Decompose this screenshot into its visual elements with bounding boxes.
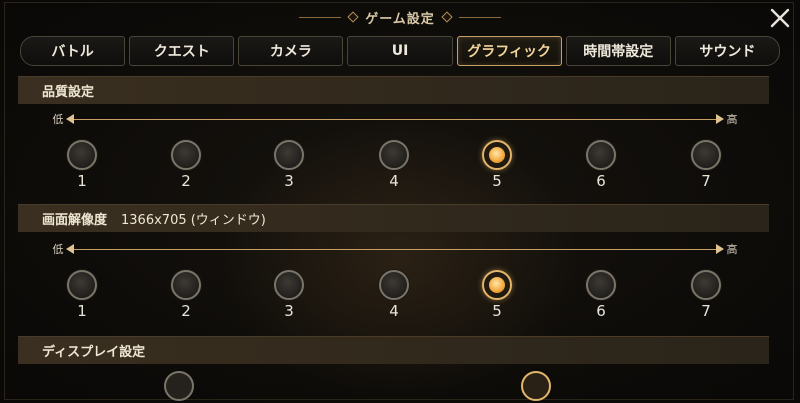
resolution-level-4[interactable]: 4 [372,270,416,320]
title-diamond-icon [441,11,453,23]
resolution-value: 1366x705 (ウィンドウ) [121,213,266,228]
resolution-high-label: 高 [726,243,738,256]
tab-camera[interactable]: カメラ [238,36,344,66]
tab-graphics[interactable]: グラフィック [456,36,562,66]
arrow-left-icon [66,243,74,254]
radio-icon [171,140,201,170]
resolution-level-number: 5 [492,302,502,320]
display-section-header: ディスプレイ設定 [18,336,769,364]
quality-level-number: 5 [492,172,502,190]
dialog-title: ゲーム設定 [365,11,435,27]
quality-low-label: 低 [52,113,64,126]
tab-battle[interactable]: バトル [20,36,126,66]
title-diamond-icon [347,11,359,23]
title-ornament-line-left [299,16,342,18]
resolution-section-title: 画面解像度 [42,213,108,228]
quality-section-header: 品質設定 [18,76,769,104]
resolution-range-line [66,243,724,254]
quality-level-number: 3 [284,172,294,190]
resolution-level-6[interactable]: 6 [579,270,623,320]
radio-icon [586,140,616,170]
resolution-level-selector: 1 2 3 4 5 6 7 [60,270,730,326]
quality-level-3[interactable]: 3 [267,140,311,190]
dialog-title-bar: ゲーム設定 [0,6,800,28]
close-button[interactable] [768,6,792,30]
resolution-level-number: 3 [284,302,294,320]
arrow-right-icon [716,243,724,254]
tab-quest[interactable]: クエスト [129,36,235,66]
display-option-2[interactable] [521,371,551,401]
radio-icon [482,270,512,300]
settings-tabs: バトル クエスト カメラ UI グラフィック 時間帯設定 サウンド [20,36,780,66]
close-icon [770,8,790,28]
display-option-1[interactable] [164,371,194,401]
tab-sound[interactable]: サウンド [674,36,780,66]
arrow-left-icon [66,113,74,124]
quality-range-indicator: 低 高 [50,111,740,127]
resolution-level-number: 4 [389,302,399,320]
tab-time-settings[interactable]: 時間帯設定 [565,36,671,66]
quality-level-2[interactable]: 2 [164,140,208,190]
radio-icon [691,270,721,300]
quality-section-title: 品質設定 [42,85,95,100]
resolution-level-number: 7 [701,302,711,320]
radio-icon [482,140,512,170]
quality-level-6[interactable]: 6 [579,140,623,190]
radio-icon [379,270,409,300]
resolution-level-number: 2 [181,302,191,320]
resolution-level-number: 1 [77,302,87,320]
radio-icon [586,270,616,300]
radio-icon [274,140,304,170]
resolution-level-7[interactable]: 7 [684,270,728,320]
quality-level-number: 2 [181,172,191,190]
resolution-level-3[interactable]: 3 [267,270,311,320]
quality-level-number: 7 [701,172,711,190]
resolution-level-number: 6 [596,302,606,320]
resolution-low-label: 低 [52,243,64,256]
quality-level-5[interactable]: 5 [475,140,519,190]
tab-ui[interactable]: UI [347,36,453,66]
resolution-section-header: 画面解像度 1366x705 (ウィンドウ) [18,204,769,232]
radio-icon [67,270,97,300]
radio-icon [379,140,409,170]
radio-icon [67,140,97,170]
quality-level-number: 1 [77,172,87,190]
quality-level-7[interactable]: 7 [684,140,728,190]
resolution-level-5[interactable]: 5 [475,270,519,320]
quality-range-line [66,113,724,124]
radio-icon [691,140,721,170]
quality-level-4[interactable]: 4 [372,140,416,190]
radio-icon [171,270,201,300]
quality-level-number: 6 [596,172,606,190]
arrow-right-icon [716,113,724,124]
quality-level-1[interactable]: 1 [60,140,104,190]
resolution-level-1[interactable]: 1 [60,270,104,320]
radio-icon [274,270,304,300]
quality-level-selector: 1 2 3 4 5 6 7 [60,140,730,196]
resolution-range-indicator: 低 高 [50,241,740,257]
quality-level-number: 4 [389,172,399,190]
display-section-title: ディスプレイ設定 [42,345,146,360]
quality-high-label: 高 [726,113,738,126]
resolution-level-2[interactable]: 2 [164,270,208,320]
title-ornament-line-right [458,16,501,18]
